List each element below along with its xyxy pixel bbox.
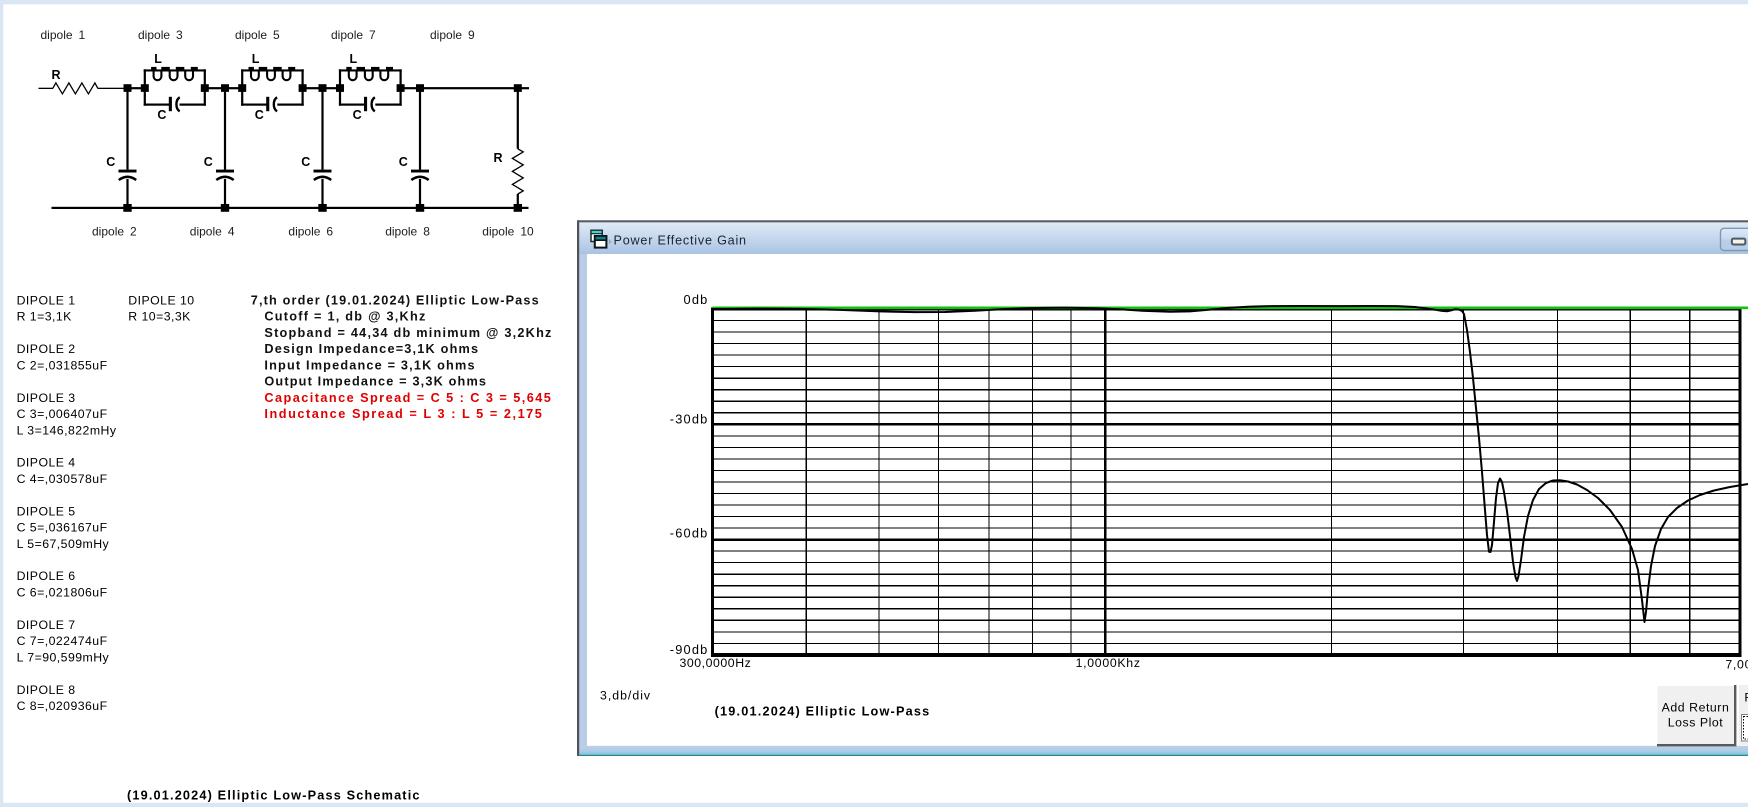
svg-text:Stopband = 44,34 db minimum @: Stopband = 44,34 db minimum @ 3,2Khz — [264, 326, 552, 340]
svg-text:R: R — [494, 151, 503, 165]
svg-text:L 5=67,509mHy: L 5=67,509mHy — [17, 537, 110, 551]
svg-text:0db: 0db — [684, 292, 709, 307]
svg-text:C 4=,030578uF: C 4=,030578uF — [17, 472, 108, 486]
svg-text:C: C — [204, 155, 213, 169]
svg-text:C: C — [255, 108, 264, 122]
svg-text:DIPOLE 1: DIPOLE 1 — [17, 294, 76, 308]
svg-text:C: C — [106, 155, 115, 169]
svg-text:dipole 3: dipole 3 — [138, 28, 183, 42]
svg-text:Cutoff = 1, db @ 3,Khz: Cutoff = 1, db @ 3,Khz — [264, 310, 426, 324]
svg-text:L 7=90,599mHy: L 7=90,599mHy — [17, 650, 110, 664]
svg-text:dipole 7: dipole 7 — [331, 28, 376, 42]
svg-text:F: F — [1744, 691, 1748, 705]
svg-text:L: L — [154, 52, 162, 66]
svg-text:-30db: -30db — [670, 411, 709, 426]
svg-text:DIPOLE 8: DIPOLE 8 — [17, 683, 76, 697]
svg-text:Add Return: Add Return — [1662, 700, 1730, 714]
svg-text:dipole 2: dipole 2 — [92, 225, 137, 239]
svg-text:L: L — [350, 52, 358, 66]
svg-text:C 8=,020936uF: C 8=,020936uF — [17, 699, 108, 713]
svg-text:C 7=,022474uF: C 7=,022474uF — [17, 634, 108, 648]
svg-text:DIPOLE 4: DIPOLE 4 — [17, 456, 76, 470]
svg-text:dipole 6: dipole 6 — [288, 225, 333, 239]
svg-text:C 6=,021806uF: C 6=,021806uF — [17, 586, 108, 600]
svg-text:dipole 5: dipole 5 — [235, 28, 280, 42]
svg-text:Power Effective Gain: Power Effective Gain — [614, 233, 747, 247]
svg-text:C: C — [301, 155, 310, 169]
svg-text:Loss Plot: Loss Plot — [1668, 715, 1724, 729]
svg-text:1,0000Khz: 1,0000Khz — [1076, 656, 1141, 670]
svg-text:C: C — [157, 108, 166, 122]
svg-text:Inductance Spread = L 3 : L 5: Inductance Spread = L 3 : L 5 = 2,175 — [264, 407, 543, 421]
svg-text:3,db/div: 3,db/div — [600, 689, 651, 703]
svg-text:C 5=,036167uF: C 5=,036167uF — [17, 521, 108, 535]
svg-text:C 3=,006407uF: C 3=,006407uF — [17, 407, 108, 421]
svg-text:DIPOLE 10: DIPOLE 10 — [128, 294, 194, 308]
svg-text:-60db: -60db — [670, 526, 709, 541]
svg-text:DIPOLE 5: DIPOLE 5 — [17, 504, 76, 518]
svg-text:7,th order (19.01.2024) Ellipt: 7,th order (19.01.2024) Elliptic Low-Pas… — [251, 294, 540, 308]
svg-text:DIPOLE 2: DIPOLE 2 — [17, 342, 76, 356]
svg-text:DIPOLE 3: DIPOLE 3 — [17, 391, 76, 405]
svg-text:C 2=,031855uF: C 2=,031855uF — [17, 358, 108, 372]
svg-text:dipole 4: dipole 4 — [190, 225, 235, 239]
svg-text:DIPOLE 7: DIPOLE 7 — [17, 618, 76, 632]
svg-text:dipole 10: dipole 10 — [482, 225, 534, 239]
svg-text:Capacitance Spread = C 5 : C 3: Capacitance Spread = C 5 : C 3 = 5,645 — [264, 391, 552, 405]
svg-text:C: C — [399, 155, 408, 169]
svg-text:C: C — [353, 108, 362, 122]
svg-text:L: L — [252, 52, 260, 66]
svg-text:R 1=3,1K: R 1=3,1K — [17, 310, 73, 324]
svg-text:DIPOLE 6: DIPOLE 6 — [17, 569, 76, 583]
svg-text:Input Impedance = 3,1K ohms: Input Impedance = 3,1K ohms — [264, 358, 475, 372]
svg-text:Design Impedance=3,1K ohms: Design Impedance=3,1K ohms — [264, 342, 479, 356]
svg-text:dipole 8: dipole 8 — [385, 225, 430, 239]
svg-text:L 3=146,822mHy: L 3=146,822mHy — [17, 423, 117, 437]
svg-text:R 10=3,3K: R 10=3,3K — [128, 310, 191, 324]
svg-text:dipole 9: dipole 9 — [430, 28, 475, 42]
svg-text:dipole 1: dipole 1 — [41, 28, 86, 42]
svg-text:R: R — [52, 68, 61, 82]
svg-text:300,0000Hz: 300,0000Hz — [680, 656, 752, 670]
svg-text:(19.01.2024) Elliptic Low-Pass: (19.01.2024) Elliptic Low-Pass Schematic — [127, 789, 421, 803]
svg-text:Output Impedance = 3,3K ohms: Output Impedance = 3,3K ohms — [264, 375, 487, 389]
svg-text:-90db: -90db — [670, 642, 709, 657]
svg-text:(19.01.2024) Elliptic Low-Pass: (19.01.2024) Elliptic Low-Pass — [715, 705, 931, 719]
svg-text:7,00: 7,00 — [1725, 658, 1748, 672]
